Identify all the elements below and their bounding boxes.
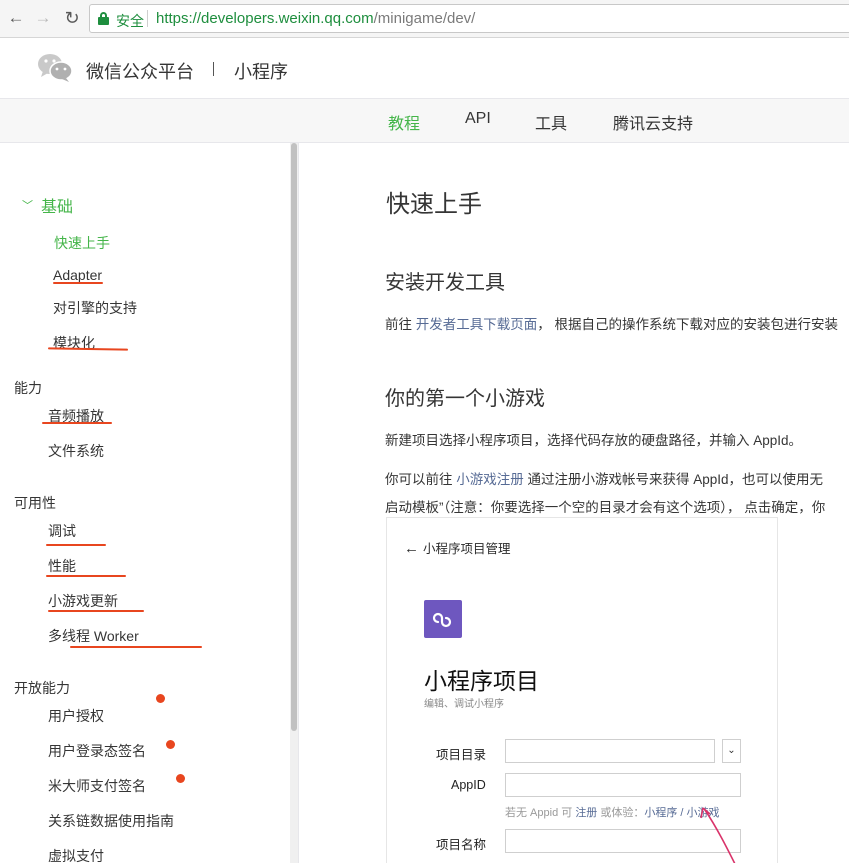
annotation-dot: [166, 740, 175, 749]
ide-screenshot: ← 小程序项目管理 小程序项目 编辑、调试小程序 项目目录 ⌄ AppID 若无 …: [386, 517, 778, 863]
sidebar-scroll-thumb[interactable]: [291, 143, 297, 731]
annotation-underline: [48, 610, 144, 612]
url-host: https://developers.weixin.qq.com: [156, 10, 374, 27]
wechat-logo-icon[interactable]: [37, 52, 73, 82]
sidebar-item-debug[interactable]: 调试: [48, 521, 76, 541]
sidebar-item-performance[interactable]: 性能: [48, 556, 76, 576]
site-header: 微信公众平台 小程序: [0, 38, 849, 99]
url-separator: [147, 10, 148, 27]
reload-icon[interactable]: ↻: [61, 7, 83, 29]
nav-tools[interactable]: 工具: [535, 110, 567, 134]
sidebar-item-update[interactable]: 小游戏更新: [48, 591, 118, 611]
browser-toolbar: ← → ↻ 安全 https://developers.weixin.qq.co…: [0, 0, 849, 38]
sidebar-item-adapter[interactable]: Adapter: [53, 267, 102, 283]
minigame-register-link[interactable]: 小游戏注册: [456, 472, 524, 487]
annotation-dot: [156, 694, 165, 703]
section-title-install: 安装开发工具: [385, 272, 505, 294]
sidebar-group-usability: 可用性: [14, 495, 56, 511]
sidebar-item-login-signature[interactable]: 用户登录态签名: [48, 741, 146, 761]
install-prefix: 前往: [385, 317, 416, 332]
lock-icon: [98, 12, 109, 25]
sidebar-item-filesystem[interactable]: 文件系统: [48, 441, 104, 461]
install-paragraph: 前往 开发者工具下载页面， 根据自己的操作系统下载对应的安装包进行安装: [385, 313, 838, 333]
register-paragraph: 你可以前往 小游戏注册 通过注册小游戏帐号来获得 AppId，也可以使用无: [385, 468, 823, 488]
product-name[interactable]: 小程序: [234, 58, 288, 84]
nav-tencent-cloud[interactable]: 腾讯云支持: [613, 110, 693, 134]
sidebar-item-user-auth[interactable]: 用户授权: [48, 706, 104, 726]
chevron-down-icon[interactable]: ﹀: [22, 197, 33, 213]
sidebar-group-open: 开放能力: [14, 680, 70, 696]
page-title: 快速上手: [386, 191, 482, 218]
template-paragraph: 启动模板”（注意：你要选择一个空的目录才会有这个选项）， 点击确定，你: [385, 500, 826, 515]
forward-arrow-icon[interactable]: →: [32, 7, 54, 29]
sidebar-group-ability: 能力: [14, 380, 42, 396]
annotation-underline: [70, 646, 202, 648]
register-prefix: 你可以前往: [385, 472, 457, 487]
sidebar-group-basic[interactable]: 基础: [41, 193, 73, 217]
annotation-dot: [176, 774, 185, 783]
annotation-underline: [53, 282, 103, 284]
address-bar[interactable]: 安全 https://developers.weixin.qq.com/mini…: [89, 4, 849, 33]
sidebar-item-engine-support[interactable]: 对引擎的支持: [53, 298, 137, 318]
secure-label: 安全: [116, 13, 144, 29]
first-game-paragraph: 新建项目选择小程序项目，选择代码存放的硬盘路径，并输入 AppId。: [385, 433, 803, 448]
devtools-download-link[interactable]: 开发者工具下载页面: [416, 317, 538, 332]
sidebar-item-quickstart[interactable]: 快速上手: [54, 233, 110, 253]
back-arrow-icon[interactable]: ←: [5, 7, 27, 29]
annotation-arrow: [700, 807, 736, 863]
register-suffix: 通过注册小游戏帐号来获得 AppId，也可以使用无: [523, 472, 824, 487]
annotation-underline: [46, 544, 106, 546]
main-content: 快速上手 安装开发工具 前往 开发者工具下载页面， 根据自己的操作系统下载对应的…: [299, 143, 849, 863]
annotation-underline: [42, 422, 112, 424]
nav-tutorial[interactable]: 教程: [388, 110, 420, 134]
sidebar-item-virtual-payment[interactable]: 虚拟支付: [48, 846, 104, 863]
sidebar-item-worker[interactable]: 多线程 Worker: [48, 626, 139, 646]
url-text: https://developers.weixin.qq.com/minigam…: [156, 10, 475, 27]
brand-separator: [213, 62, 214, 76]
brand-name[interactable]: 微信公众平台: [86, 58, 194, 84]
top-nav: 教程 API 工具 腾讯云支持: [0, 99, 849, 143]
section-title-first-game: 你的第一个小游戏: [385, 388, 545, 410]
sidebar-item-relation-data[interactable]: 关系链数据使用指南: [48, 811, 174, 831]
sidebar-item-midas-signature[interactable]: 米大师支付签名: [48, 776, 146, 796]
url-path: /minigame/dev/: [373, 10, 476, 27]
nav-api[interactable]: API: [465, 110, 491, 128]
install-suffix: ， 根据自己的操作系统下载对应的安装包进行安装: [537, 317, 839, 332]
annotation-underline: [46, 575, 126, 577]
